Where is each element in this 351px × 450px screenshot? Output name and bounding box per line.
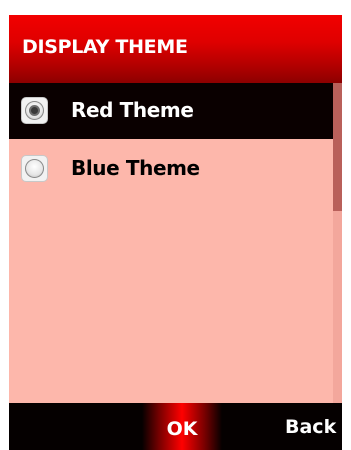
screen-title: DISPLAY THEME (22, 36, 188, 58)
theme-list: Red Theme Blue Theme (9, 83, 342, 403)
radio-ring (25, 101, 44, 120)
phone-screen: DISPLAY THEME Red Theme Blue Theme OK Ba… (9, 15, 342, 450)
radio-ring (25, 159, 44, 178)
softkey-bar: OK Back (9, 403, 342, 450)
radio-selected-icon (21, 97, 48, 124)
scrollbar[interactable] (333, 83, 342, 403)
back-softkey[interactable]: Back (285, 416, 336, 438)
scroll-thumb[interactable] (333, 83, 342, 211)
radio-unselected-icon (21, 155, 48, 182)
ok-softkey-label: OK (166, 418, 198, 440)
theme-option-blue[interactable]: Blue Theme (9, 141, 342, 197)
theme-option-label: Blue Theme (71, 156, 200, 180)
radio-dot (31, 107, 38, 114)
title-bar: DISPLAY THEME (9, 15, 342, 83)
ok-softkey[interactable]: OK (142, 403, 222, 450)
theme-option-red[interactable]: Red Theme (9, 83, 342, 139)
theme-option-label: Red Theme (71, 98, 194, 122)
